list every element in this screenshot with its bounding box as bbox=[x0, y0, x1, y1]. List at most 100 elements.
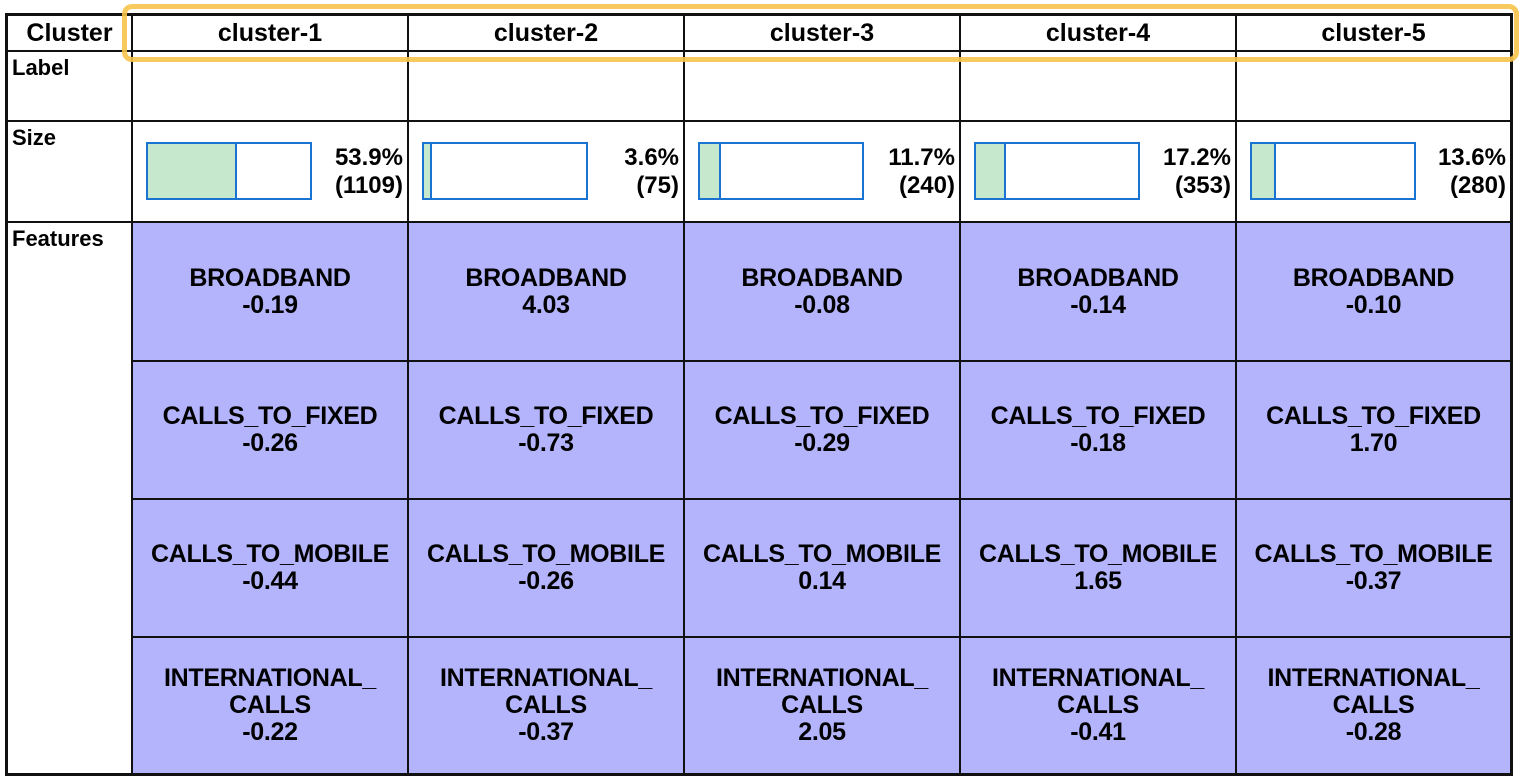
size-percent: 3.6% bbox=[624, 144, 679, 171]
row-header-label: Label bbox=[8, 52, 133, 122]
feature-value: 2.05 bbox=[798, 718, 846, 746]
feature-name: CALLS_TO_FIXED bbox=[162, 402, 378, 430]
feature-name: INTERNATIONAL_ CALLS bbox=[716, 664, 928, 719]
feature-cell[interactable]: BROADBAND -0.19 bbox=[133, 223, 409, 362]
feature-name: BROADBAND bbox=[189, 263, 351, 292]
feature-content: CALLS_TO_MOBILE 0.14 bbox=[703, 541, 941, 595]
cluster-size-cell: 13.6% (280) bbox=[1237, 122, 1510, 223]
cluster-size-cell: 3.6% (75) bbox=[409, 122, 685, 223]
feature-value: -0.18 bbox=[1070, 429, 1126, 457]
feature-content: INTERNATIONAL_ CALLS -0.22 bbox=[150, 665, 390, 746]
feature-content: CALLS_TO_FIXED -0.29 bbox=[715, 403, 930, 457]
size-text: 13.6% (280) bbox=[1438, 144, 1506, 200]
feature-name: CALLS_TO_FIXED bbox=[438, 402, 654, 430]
feature-cell[interactable]: CALLS_TO_FIXED -0.18 bbox=[961, 362, 1237, 500]
cluster-size-cell: 53.9% (1109) bbox=[133, 122, 409, 223]
feature-cell[interactable]: CALLS_TO_FIXED -0.29 bbox=[685, 362, 961, 500]
feature-name: BROADBAND bbox=[1017, 263, 1179, 292]
size-text: 17.2% (353) bbox=[1163, 144, 1231, 200]
feature-content: CALLS_TO_FIXED 1.70 bbox=[1266, 403, 1481, 457]
cluster-name: cluster-2 bbox=[493, 18, 599, 47]
feature-value: -0.28 bbox=[1345, 718, 1402, 746]
feature-content: BROADBAND -0.08 bbox=[741, 264, 902, 319]
feature-cell[interactable]: CALLS_TO_MOBILE 0.14 bbox=[685, 500, 961, 638]
feature-cell[interactable]: INTERNATIONAL_ CALLS -0.22 bbox=[133, 638, 409, 773]
feature-name: INTERNATIONAL_ CALLS bbox=[164, 664, 376, 719]
feature-name: CALLS_TO_FIXED bbox=[1266, 402, 1481, 430]
feature-name: CALLS_TO_MOBILE bbox=[1254, 540, 1493, 568]
size-percent: 53.9% bbox=[334, 144, 403, 171]
cluster-name: cluster-3 bbox=[769, 18, 875, 47]
feature-cell[interactable]: CALLS_TO_FIXED -0.26 bbox=[133, 362, 409, 500]
feature-cell[interactable]: INTERNATIONAL_ CALLS -0.41 bbox=[961, 638, 1237, 773]
feature-cell[interactable]: BROADBAND -0.14 bbox=[961, 223, 1237, 362]
cluster-header[interactable]: cluster-2 bbox=[409, 16, 685, 52]
feature-name: CALLS_TO_MOBILE bbox=[702, 540, 942, 568]
cluster-name: cluster-1 bbox=[217, 18, 323, 47]
feature-value: -0.29 bbox=[794, 429, 850, 457]
cluster-header[interactable]: cluster-5 bbox=[1237, 16, 1510, 52]
feature-cell[interactable]: BROADBAND 4.03 bbox=[409, 223, 685, 362]
cluster-header[interactable]: cluster-3 bbox=[685, 16, 961, 52]
feature-name: INTERNATIONAL_ CALLS bbox=[440, 664, 652, 719]
feature-value: -0.19 bbox=[242, 290, 298, 319]
feature-cell[interactable]: CALLS_TO_MOBILE -0.26 bbox=[409, 500, 685, 638]
feature-content: CALLS_TO_MOBILE -0.44 bbox=[151, 541, 389, 595]
corner-header-label: Cluster bbox=[26, 18, 113, 47]
feature-cell[interactable]: CALLS_TO_MOBILE -0.44 bbox=[133, 500, 409, 638]
feature-value: -0.44 bbox=[242, 567, 298, 595]
feature-cell[interactable]: CALLS_TO_MOBILE 1.65 bbox=[961, 500, 1237, 638]
size-count: (75) bbox=[636, 172, 679, 199]
feature-value: -0.22 bbox=[242, 718, 298, 746]
row-header-label-text: Label bbox=[12, 55, 70, 80]
size-bar bbox=[422, 142, 588, 200]
feature-content: CALLS_TO_FIXED -0.26 bbox=[163, 403, 378, 457]
size-text: 11.7% (240) bbox=[888, 144, 955, 200]
row-header-size: Size bbox=[8, 122, 133, 223]
cluster-header[interactable]: cluster-4 bbox=[961, 16, 1237, 52]
feature-content: INTERNATIONAL_ CALLS 2.05 bbox=[702, 665, 942, 746]
feature-value: -0.26 bbox=[242, 429, 298, 457]
cluster-header[interactable]: cluster-1 bbox=[133, 16, 409, 52]
cluster-label-cell bbox=[1237, 52, 1510, 122]
cluster-label-cell bbox=[133, 52, 409, 122]
feature-content: BROADBAND -0.19 bbox=[189, 263, 351, 319]
feature-content: INTERNATIONAL_ CALLS -0.41 bbox=[978, 665, 1218, 746]
feature-value: -0.37 bbox=[1345, 567, 1402, 595]
feature-cell[interactable]: INTERNATIONAL_ CALLS 2.05 bbox=[685, 638, 961, 773]
feature-name: CALLS_TO_FIXED bbox=[990, 402, 1206, 430]
feature-name: BROADBAND bbox=[1292, 263, 1455, 292]
cluster-size-cell: 11.7% (240) bbox=[685, 122, 961, 223]
feature-content: CALLS_TO_MOBILE -0.26 bbox=[427, 541, 665, 595]
feature-cell[interactable]: CALLS_TO_MOBILE -0.37 bbox=[1237, 500, 1510, 638]
size-bar bbox=[146, 142, 312, 200]
feature-content: BROADBAND 4.03 bbox=[465, 264, 626, 319]
feature-content: CALLS_TO_FIXED -0.73 bbox=[439, 403, 654, 457]
row-header-features: Features bbox=[8, 223, 133, 773]
feature-name: CALLS_TO_MOBILE bbox=[426, 540, 666, 568]
feature-name: INTERNATIONAL_ CALLS bbox=[1267, 664, 1480, 719]
feature-cell[interactable]: BROADBAND -0.08 bbox=[685, 223, 961, 362]
size-percent: 13.6% bbox=[1437, 144, 1506, 171]
feature-value: -0.10 bbox=[1345, 290, 1402, 319]
feature-content: BROADBAND -0.10 bbox=[1292, 263, 1455, 319]
cluster-table: Cluster Label Size Features cluster-1 53.9% (1… bbox=[5, 13, 1513, 776]
size-text: 3.6% (75) bbox=[624, 144, 679, 200]
feature-value: -0.26 bbox=[518, 567, 574, 595]
feature-value: -0.37 bbox=[518, 718, 574, 746]
feature-cell[interactable]: CALLS_TO_FIXED 1.70 bbox=[1237, 362, 1510, 500]
feature-value: -0.41 bbox=[1070, 718, 1126, 746]
size-bar bbox=[698, 142, 864, 200]
size-bar-fill bbox=[700, 144, 721, 198]
size-bar-fill bbox=[148, 144, 238, 198]
feature-content: CALLS_TO_FIXED -0.18 bbox=[991, 403, 1206, 457]
size-count: (1109) bbox=[334, 172, 403, 199]
feature-cell[interactable]: CALLS_TO_FIXED -0.73 bbox=[409, 362, 685, 500]
row-header-features-text: Features bbox=[12, 226, 104, 251]
size-bar bbox=[974, 142, 1140, 200]
feature-cell[interactable]: BROADBAND -0.10 bbox=[1237, 223, 1510, 362]
size-count: (353) bbox=[1174, 172, 1231, 199]
feature-cell[interactable]: INTERNATIONAL_ CALLS -0.28 bbox=[1237, 638, 1510, 773]
feature-cell[interactable]: INTERNATIONAL_ CALLS -0.37 bbox=[409, 638, 685, 773]
size-bar-fill bbox=[1252, 144, 1277, 198]
